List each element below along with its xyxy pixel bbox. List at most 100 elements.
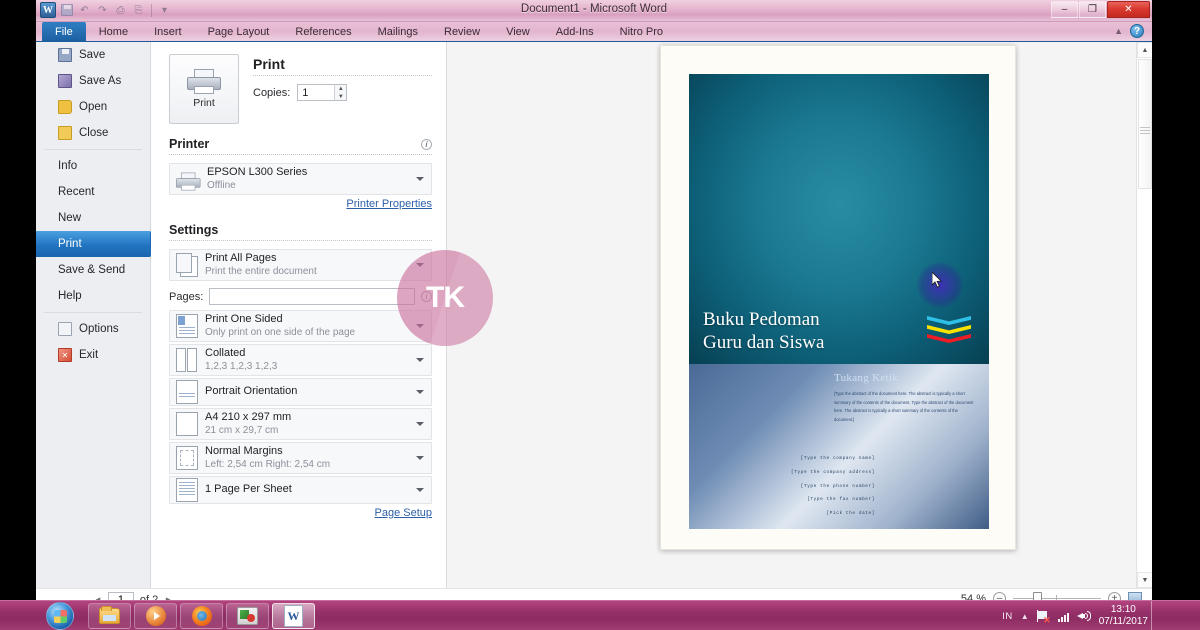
vertical-scrollbar[interactable]: ▲ ▼ xyxy=(1136,42,1152,588)
start-orb-icon[interactable] xyxy=(46,602,74,630)
show-hidden-icons-icon[interactable]: ▲ xyxy=(1021,612,1029,621)
taskbar-item-firefox[interactable] xyxy=(180,603,223,629)
printer-icon xyxy=(187,69,221,95)
pages-per-sheet-select[interactable]: 1 Page Per Sheet xyxy=(169,476,432,504)
margins-subtitle: Left: 2,54 cm Right: 2,54 cm xyxy=(205,458,331,470)
document-page[interactable]: Buku Pedoman Guru dan Siswa Tukang Ketik… xyxy=(660,45,1016,550)
printer-properties-link[interactable]: Printer Properties xyxy=(169,198,432,210)
print-heading: Print xyxy=(253,56,285,72)
collation-select[interactable]: Collated 1,2,3 1,2,3 1,2,3 xyxy=(169,344,432,376)
screen: W ↶ ↷ ⎙ ⎘ ▾ Document1 - Microsoft Word –… xyxy=(0,0,1200,630)
tab-review[interactable]: Review xyxy=(431,22,493,42)
sidebar-item-exit[interactable]: ✕ Exit xyxy=(36,342,150,368)
collated-icon xyxy=(176,348,198,372)
print-sides-select[interactable]: Print One Sided Only print on one side o… xyxy=(169,310,432,342)
stepper-up-icon[interactable]: ▲ xyxy=(335,85,346,93)
chevron-down-icon[interactable] xyxy=(416,358,424,362)
scroll-down-icon[interactable]: ▼ xyxy=(1137,572,1152,588)
print-range-select[interactable]: Print All Pages Print the entire documen… xyxy=(169,249,432,281)
scrollbar-thumb[interactable] xyxy=(1138,59,1152,189)
printer-heading-label: Printer xyxy=(169,137,210,151)
tab-insert[interactable]: Insert xyxy=(141,22,195,42)
network-icon[interactable]: ✕ xyxy=(1036,609,1051,624)
show-desktop-button[interactable] xyxy=(1151,601,1160,630)
sidebar-item-save-as[interactable]: Save As xyxy=(36,68,150,94)
field-phone-number: [Type the phone number] xyxy=(800,483,875,489)
word-icon: W xyxy=(284,605,303,627)
tab-view[interactable]: View xyxy=(493,22,543,42)
clock[interactable]: 13:10 07/11/2017 xyxy=(1099,604,1148,629)
taskbar-item-media-player[interactable] xyxy=(134,603,177,629)
copies-row: Copies: ▲ ▼ xyxy=(253,84,432,101)
tab-page-layout[interactable]: Page Layout xyxy=(195,22,283,42)
ribbon-tabs[interactable]: File Home Insert Page Layout References … xyxy=(42,22,676,42)
taskbar-item-explorer[interactable] xyxy=(88,603,131,629)
paper-size-select[interactable]: A4 210 x 297 mm 21 cm x 29,7 cm xyxy=(169,408,432,440)
restore-button[interactable]: ❐ xyxy=(1079,1,1106,18)
stepper-arrows[interactable]: ▲ ▼ xyxy=(334,85,347,101)
sidebar-item-label: Open xyxy=(79,101,108,113)
info-icon[interactable]: i xyxy=(421,138,432,150)
signal-strength-icon[interactable] xyxy=(1057,611,1069,622)
sidebar-item-open[interactable]: Open xyxy=(36,94,150,120)
print-button[interactable]: Print xyxy=(169,54,239,124)
window-title: Document1 - Microsoft Word xyxy=(520,3,668,15)
paper-size-icon xyxy=(176,412,198,436)
close-folder-icon xyxy=(58,126,72,140)
cover-lower-panel: Tukang Ketik [Type the abstract of the d… xyxy=(689,364,989,529)
sidebar-item-new[interactable]: New xyxy=(36,205,150,231)
page-setup-link[interactable]: Page Setup xyxy=(169,507,433,519)
chevron-down-icon[interactable] xyxy=(416,456,424,460)
tab-file[interactable]: File xyxy=(42,22,86,42)
media-player-icon xyxy=(145,606,166,626)
margins-select[interactable]: Normal Margins Left: 2,54 cm Right: 2,54… xyxy=(169,442,432,474)
chevron-down-icon[interactable] xyxy=(416,422,424,426)
taskbar-item-paint[interactable] xyxy=(226,603,269,629)
sidebar-item-print[interactable]: Print xyxy=(36,231,160,257)
chevron-down-icon[interactable] xyxy=(416,177,424,181)
copies-input[interactable] xyxy=(298,85,335,100)
sidebar-item-save[interactable]: Save xyxy=(36,42,150,68)
copies-stepper[interactable]: ▲ ▼ xyxy=(297,84,348,101)
minimize-button[interactable]: – xyxy=(1051,1,1078,18)
sidebar-item-options[interactable]: Options xyxy=(36,316,150,342)
tab-references[interactable]: References xyxy=(282,22,364,42)
help-icon[interactable]: ? xyxy=(1130,24,1144,38)
pages-input[interactable] xyxy=(209,288,415,305)
watermark-text: TK xyxy=(426,281,465,314)
tab-home[interactable]: Home xyxy=(86,22,141,42)
orientation-select[interactable]: Portrait Orientation xyxy=(169,378,432,406)
sidebar-item-close[interactable]: Close xyxy=(36,120,150,146)
sidebar-item-info[interactable]: Info xyxy=(36,153,150,179)
taskbar-item-word[interactable]: W xyxy=(272,603,315,629)
settings-rule xyxy=(169,240,432,241)
chevron-down-icon[interactable] xyxy=(416,488,424,492)
print-button-label: Print xyxy=(193,97,215,109)
tab-mailings[interactable]: Mailings xyxy=(365,22,431,42)
print-preview-area: Buku Pedoman Guru dan Siswa Tukang Ketik… xyxy=(397,42,1152,588)
margins-icon xyxy=(176,446,198,470)
cover-image: Buku Pedoman Guru dan Siswa xyxy=(689,74,989,364)
sidebar-item-recent[interactable]: Recent xyxy=(36,179,150,205)
sidebar-item-help[interactable]: Help xyxy=(36,283,150,309)
tab-nitro-pro[interactable]: Nitro Pro xyxy=(607,22,676,42)
taskbar-apps: W xyxy=(88,603,315,629)
pages-per-sheet-icon xyxy=(176,478,198,502)
close-button[interactable]: ✕ xyxy=(1107,1,1150,18)
mouse-cursor-icon xyxy=(932,272,943,288)
printer-status: Offline xyxy=(207,179,236,191)
tab-add-ins[interactable]: Add-Ins xyxy=(543,22,607,42)
margins-title: Normal Margins xyxy=(205,444,283,457)
window-controls[interactable]: – ❐ ✕ xyxy=(1051,1,1150,18)
paper-size-title: A4 210 x 297 mm xyxy=(205,410,292,423)
sidebar-item-save-and-send[interactable]: Save & Send xyxy=(36,257,150,283)
language-indicator[interactable]: IN xyxy=(1002,611,1013,622)
tk-watermark-logo: TK xyxy=(397,250,493,346)
scroll-up-icon[interactable]: ▲ xyxy=(1137,42,1152,58)
volume-icon[interactable] xyxy=(1076,610,1091,622)
printer-select[interactable]: EPSON L300 Series Offline xyxy=(169,163,432,195)
chevron-down-icon[interactable] xyxy=(416,390,424,394)
stepper-down-icon[interactable]: ▼ xyxy=(335,93,346,101)
collapse-ribbon-icon[interactable]: ▲ xyxy=(1114,26,1123,36)
firefox-icon xyxy=(191,606,212,626)
